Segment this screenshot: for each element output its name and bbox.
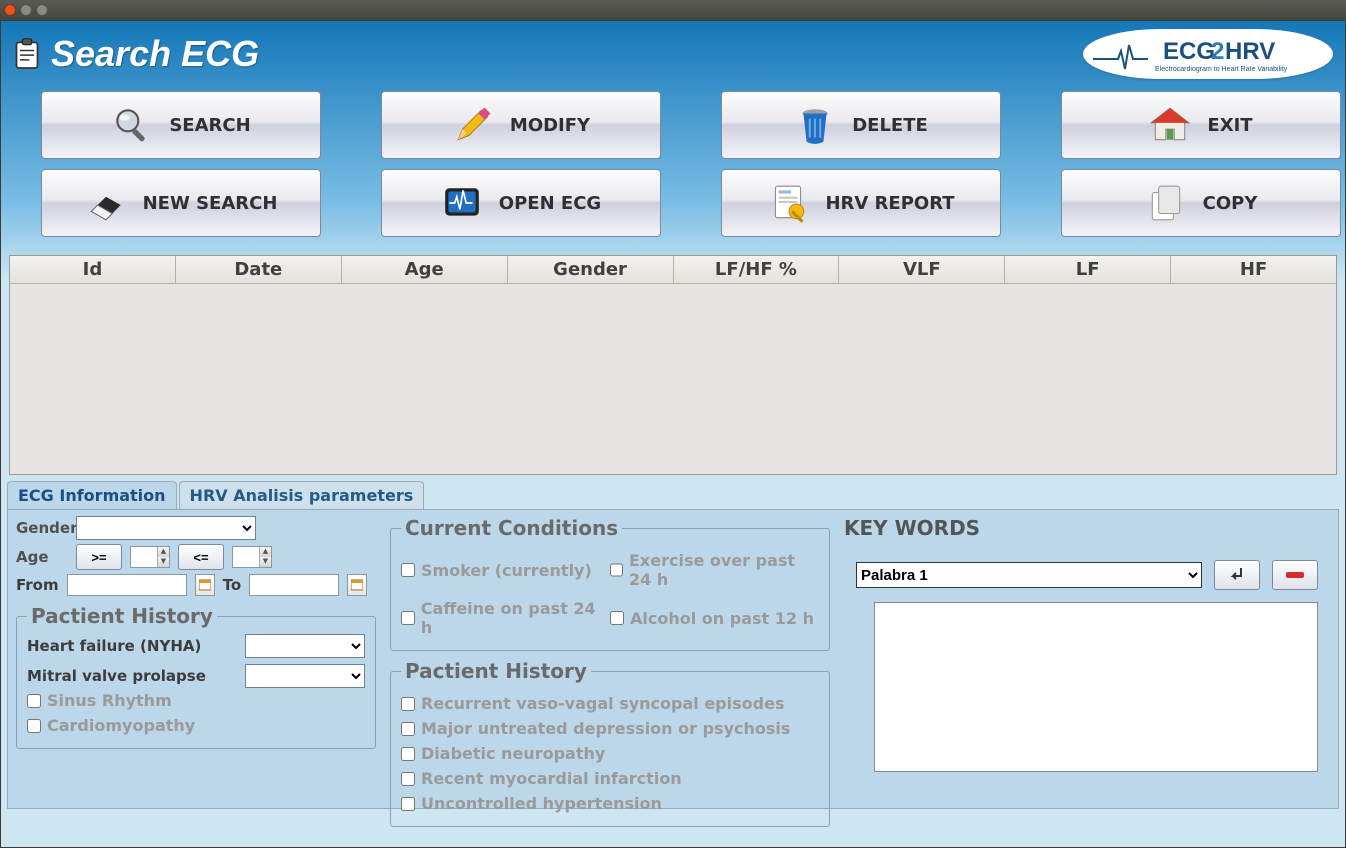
col-age[interactable]: Age bbox=[342, 256, 508, 283]
results-header-row: Id Date Age Gender LF/HF % VLF LF HF bbox=[10, 256, 1336, 284]
app-window: Search ECG ECG 2 HRV Electrocardiogram t… bbox=[0, 20, 1346, 848]
keywords-column: KEY WORDS Palabra 1 bbox=[844, 516, 1330, 827]
delete-button[interactable]: DELETE bbox=[721, 91, 1001, 159]
col-id[interactable]: Id bbox=[10, 256, 176, 283]
col-date[interactable]: Date bbox=[176, 256, 342, 283]
tab-ecg-information[interactable]: ECG Information bbox=[7, 481, 177, 509]
results-body[interactable] bbox=[10, 284, 1336, 474]
hrv-report-button[interactable]: HRV REPORT bbox=[721, 169, 1001, 237]
conditions-column: Current Conditions Smoker (currently) Ex… bbox=[390, 516, 830, 827]
eraser-icon bbox=[85, 182, 127, 224]
window-maximize-icon[interactable] bbox=[36, 4, 48, 16]
col-lfhf[interactable]: LF/HF % bbox=[674, 256, 840, 283]
page-title: Search ECG bbox=[13, 33, 259, 75]
magnifier-icon bbox=[111, 104, 153, 146]
heart-failure-select[interactable] bbox=[245, 634, 365, 658]
keywords-add-button[interactable] bbox=[1214, 560, 1260, 590]
patient-history-right: Pactient History Recurrent vaso-vagal sy… bbox=[390, 659, 830, 827]
modify-button[interactable]: MODIFY bbox=[381, 91, 661, 159]
keywords-remove-button[interactable] bbox=[1272, 560, 1318, 590]
exit-label: EXIT bbox=[1207, 115, 1252, 136]
age-ge-button[interactable]: >= bbox=[76, 544, 122, 570]
report-icon bbox=[767, 182, 809, 224]
smoker-check[interactable]: Smoker (currently) bbox=[401, 548, 610, 592]
tab-panel-ecg-info: Gender Age >= ▲▼ <= ▲▼ From To Pactient … bbox=[7, 509, 1339, 809]
from-label: From bbox=[16, 576, 59, 594]
keywords-select[interactable]: Palabra 1 bbox=[856, 562, 1202, 588]
hypertension-check[interactable]: Uncontrolled hypertension bbox=[401, 791, 819, 816]
col-hf[interactable]: HF bbox=[1171, 256, 1336, 283]
age-ge-spinner[interactable]: ▲▼ bbox=[157, 547, 169, 567]
open-ecg-label: OPEN ECG bbox=[499, 193, 601, 214]
col-gender[interactable]: Gender bbox=[508, 256, 674, 283]
main-toolbar: SEARCH MODIFY DELETE EXIT NEW SEARCH bbox=[1, 79, 1345, 255]
mitral-valve-label: Mitral valve prolapse bbox=[27, 667, 206, 685]
patient-history-left: Pactient History Heart failure (NYHA) Mi… bbox=[16, 604, 376, 749]
trash-icon bbox=[794, 104, 836, 146]
os-titlebar bbox=[0, 0, 1346, 20]
patient-history-left-title: Pactient History bbox=[27, 604, 217, 628]
patient-history-right-title: Pactient History bbox=[401, 659, 591, 683]
search-label: SEARCH bbox=[169, 115, 250, 136]
enter-arrow-icon bbox=[1227, 566, 1247, 584]
house-icon bbox=[1149, 104, 1191, 146]
age-le-spinner[interactable]: ▲▼ bbox=[259, 547, 271, 567]
search-button[interactable]: SEARCH bbox=[41, 91, 321, 159]
svg-text:HRV: HRV bbox=[1225, 38, 1275, 65]
filters-column: Gender Age >= ▲▼ <= ▲▼ From To Pactient … bbox=[16, 516, 376, 827]
tabs: ECG Information HRV Analisis parameters bbox=[1, 481, 1345, 509]
col-vlf[interactable]: VLF bbox=[839, 256, 1005, 283]
from-date-input[interactable] bbox=[67, 574, 187, 596]
to-date-input[interactable] bbox=[249, 574, 339, 596]
results-table[interactable]: Id Date Age Gender LF/HF % VLF LF HF bbox=[9, 255, 1337, 475]
delete-label: DELETE bbox=[852, 115, 928, 136]
pencil-icon bbox=[452, 104, 494, 146]
from-calendar-icon[interactable] bbox=[195, 574, 215, 596]
gender-label: Gender bbox=[16, 519, 68, 537]
open-ecg-button[interactable]: OPEN ECG bbox=[381, 169, 661, 237]
svg-text:2: 2 bbox=[1211, 38, 1224, 65]
col-lf[interactable]: LF bbox=[1005, 256, 1171, 283]
to-label: To bbox=[223, 576, 242, 594]
vasovagal-check[interactable]: Recurrent vaso-vagal syncopal episodes bbox=[401, 691, 819, 716]
cardiomyopathy-check[interactable]: Cardiomyopathy bbox=[27, 713, 365, 738]
page-title-text: Search ECG bbox=[51, 33, 259, 75]
new-search-button[interactable]: NEW SEARCH bbox=[41, 169, 321, 237]
depression-check[interactable]: Major untreated depression or psychosis bbox=[401, 716, 819, 741]
svg-text:ECG: ECG bbox=[1163, 38, 1215, 65]
age-label: Age bbox=[16, 548, 68, 566]
current-conditions-title: Current Conditions bbox=[401, 516, 622, 540]
copy-label: COPY bbox=[1203, 193, 1258, 214]
gender-select[interactable] bbox=[76, 516, 256, 540]
keywords-title: KEY WORDS bbox=[844, 516, 1330, 540]
caffeine-check[interactable]: Caffeine on past 24 h bbox=[401, 596, 610, 640]
current-conditions-group: Current Conditions Smoker (currently) Ex… bbox=[390, 516, 830, 651]
logo-subtitle: Electrocardiogram to Heart Rate Variabil… bbox=[1155, 66, 1288, 73]
modify-label: MODIFY bbox=[510, 115, 590, 136]
copy-icon bbox=[1145, 182, 1187, 224]
mitral-valve-select[interactable] bbox=[245, 664, 365, 688]
window-close-icon[interactable] bbox=[4, 4, 16, 16]
minus-icon bbox=[1285, 571, 1305, 579]
keywords-list[interactable] bbox=[874, 602, 1318, 772]
header-bar: Search ECG ECG 2 HRV Electrocardiogram t… bbox=[1, 21, 1345, 79]
clipboard-icon bbox=[13, 37, 41, 71]
hrv-report-label: HRV REPORT bbox=[825, 193, 954, 214]
exit-button[interactable]: EXIT bbox=[1061, 91, 1341, 159]
sinus-rhythm-check[interactable]: Sinus Rhythm bbox=[27, 688, 365, 713]
heart-failure-label: Heart failure (NYHA) bbox=[27, 637, 201, 655]
tab-hrv-analysis-parameters[interactable]: HRV Analisis parameters bbox=[179, 481, 425, 509]
age-le-button[interactable]: <= bbox=[178, 544, 224, 570]
ecg-monitor-icon bbox=[441, 182, 483, 224]
mi-check[interactable]: Recent myocardial infarction bbox=[401, 766, 819, 791]
brand-logo: ECG 2 HRV Electrocardiogram to Heart Rat… bbox=[1083, 29, 1333, 79]
new-search-label: NEW SEARCH bbox=[143, 193, 278, 214]
alcohol-check[interactable]: Alcohol on past 12 h bbox=[610, 596, 819, 640]
exercise-check[interactable]: Exercise over past 24 h bbox=[610, 548, 819, 592]
to-calendar-icon[interactable] bbox=[347, 574, 367, 596]
window-minimize-icon[interactable] bbox=[20, 4, 32, 16]
copy-button[interactable]: COPY bbox=[1061, 169, 1341, 237]
diabetic-check[interactable]: Diabetic neuropathy bbox=[401, 741, 819, 766]
